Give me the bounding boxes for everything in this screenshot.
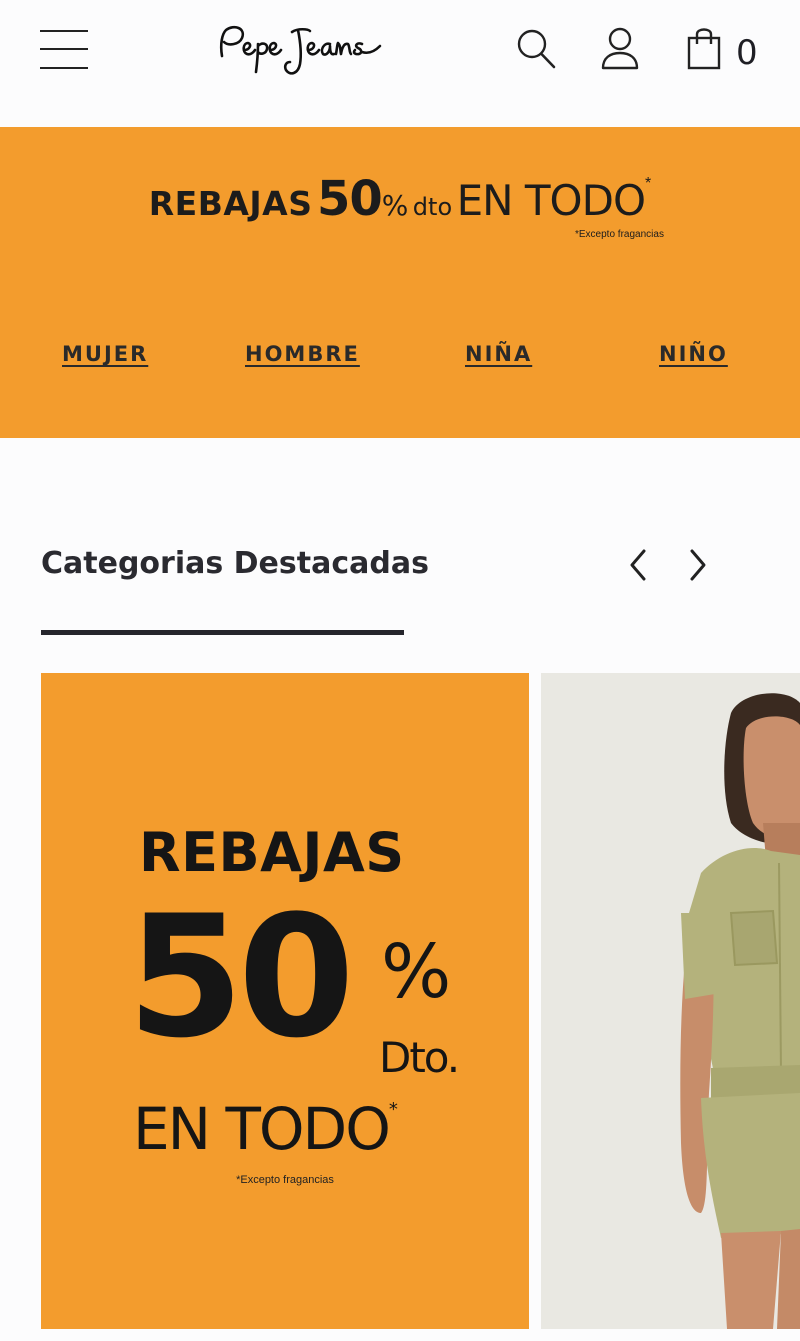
promo-card-rebajas: REBAJAS: [139, 821, 405, 884]
promo-card-number: 50: [127, 879, 355, 1075]
chevron-left-icon: [630, 549, 646, 581]
page-bottom-edge: [0, 1329, 800, 1341]
shopping-bag-icon[interactable]: [684, 26, 728, 72]
title-underline: [41, 630, 404, 635]
promo-banner[interactable]: REBAJAS 50% dto EN TODO* *Excepto fragan…: [0, 127, 800, 438]
cart-count[interactable]: 0: [736, 33, 758, 73]
category-link-mujer[interactable]: MUJER: [62, 342, 148, 366]
category-link-nina[interactable]: NIÑA: [465, 342, 532, 366]
carousel-prev-button[interactable]: [622, 545, 652, 585]
promo-card-dto: Dto.: [379, 1033, 460, 1082]
promo-card-percent: %: [381, 929, 452, 1015]
promo-card-en-todo: EN TODO*: [133, 1095, 398, 1163]
category-card-promo[interactable]: REBAJAS 50 % Dto. EN TODO* *Excepto frag…: [41, 673, 529, 1329]
promo-card-note: *Excepto fragancias: [236, 1174, 334, 1186]
section-title: Categorias Destacadas: [41, 546, 429, 581]
model-photo: [680, 693, 800, 1329]
menu-icon[interactable]: [40, 30, 88, 70]
carousel-next-button[interactable]: [684, 545, 714, 585]
promo-headline: REBAJAS 50% dto EN TODO*: [148, 171, 652, 227]
category-card-photo[interactable]: [541, 673, 800, 1329]
user-icon[interactable]: [598, 26, 642, 72]
promo-note: *Excepto fragancias: [575, 229, 664, 240]
brand-logo[interactable]: [212, 22, 392, 78]
category-link-hombre[interactable]: HOMBRE: [245, 342, 360, 366]
chevron-right-icon: [690, 549, 706, 581]
search-icon[interactable]: [514, 26, 558, 72]
category-link-nino[interactable]: NIÑO: [659, 342, 728, 366]
site-header: 0: [0, 0, 800, 127]
